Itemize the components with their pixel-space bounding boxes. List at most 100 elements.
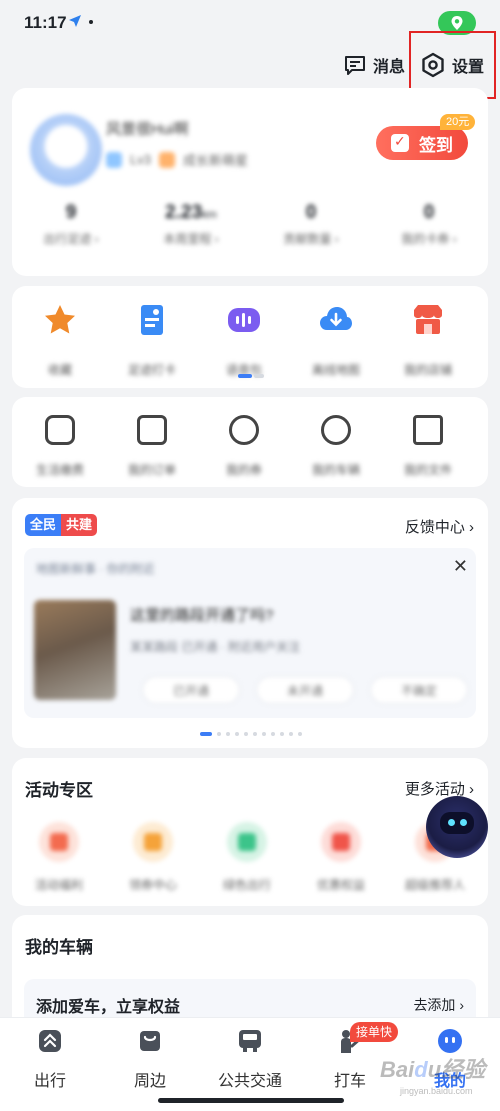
activity-label: 绿色出行 bbox=[222, 878, 271, 892]
shortcut-my-shop[interactable]: 我的店铺 bbox=[385, 302, 471, 378]
feed-thumbnail[interactable] bbox=[34, 600, 116, 700]
activity-item[interactable]: 绿色出行 bbox=[204, 822, 290, 893]
shortcut-offline-map[interactable]: 离线地图 bbox=[293, 302, 379, 378]
avatar[interactable] bbox=[30, 114, 102, 186]
community-card: 全民 共建 反馈中心 › 地图新鲜事 · 你的附近 ✕ 这里的路段开通了吗? 某某… bbox=[12, 498, 488, 748]
shortcut-label: 足迹打卡 bbox=[127, 363, 176, 377]
leaf-icon bbox=[227, 822, 267, 862]
messages-label: 消息 bbox=[373, 59, 406, 76]
stat-label: 我的卡券 › bbox=[401, 232, 457, 246]
stat-mileage[interactable]: 2.23km 本周里程 › bbox=[136, 202, 246, 247]
baidu-watermark: Baidu经验 bbox=[380, 1057, 486, 1082]
community-badge: 全民 共建 bbox=[25, 514, 98, 536]
assistant-robot-icon[interactable] bbox=[426, 796, 488, 858]
username[interactable]: 风景很Hui啊 bbox=[106, 118, 189, 139]
shortcut-favorites[interactable]: 收藏 bbox=[17, 302, 103, 378]
tab-label: 出行 bbox=[33, 1073, 66, 1090]
user-level: Lv3 bbox=[130, 152, 151, 167]
add-vehicle-link[interactable]: 去添加 › bbox=[413, 995, 464, 1015]
status-time: 11:17 bbox=[24, 13, 67, 32]
activity-item[interactable]: 领券中心 bbox=[110, 822, 196, 893]
gift-icon bbox=[39, 822, 79, 862]
answer-chip[interactable]: 不确定 bbox=[370, 676, 468, 704]
shortcut-footprint[interactable]: 足迹打卡 bbox=[109, 302, 195, 378]
close-icon[interactable]: ✕ bbox=[453, 556, 468, 577]
travel-icon bbox=[39, 1030, 61, 1052]
service-coupons[interactable]: 我的券 bbox=[201, 415, 287, 478]
activity-label: 活动福利 bbox=[34, 878, 83, 892]
bill-icon bbox=[45, 415, 75, 445]
feed-meta: 某某路段 已开通 · 附近用户关注 bbox=[130, 640, 300, 654]
status-dot bbox=[89, 20, 93, 24]
feed-source: 地图新鲜事 · 你的附近 bbox=[36, 562, 155, 576]
coupon-yuan-icon bbox=[321, 822, 361, 862]
shortcut-voice-pack[interactable]: 语音包 bbox=[201, 302, 287, 378]
feed-pager bbox=[200, 732, 302, 736]
stat-label: 本周里程 › bbox=[163, 232, 219, 246]
navigation-arrow-icon bbox=[69, 15, 81, 27]
car-icon bbox=[321, 415, 351, 445]
message-icon bbox=[345, 56, 365, 75]
stat-footprints[interactable]: 9 出行足迹 › bbox=[16, 202, 126, 247]
taxi-fast-badge: 接单快 bbox=[350, 1022, 399, 1042]
voice-wave-icon bbox=[228, 308, 260, 332]
watermark-url: jingyan.baidu.com bbox=[400, 1086, 473, 1096]
activity-label: 超级推荐人 bbox=[404, 878, 465, 892]
service-bills[interactable]: 生活缴费 bbox=[17, 415, 103, 478]
services-card: 生活缴费 我的订单 我的券 我的车辆 我的文件 bbox=[12, 397, 488, 487]
home-indicator bbox=[158, 1098, 344, 1103]
user-growth-title: 成长新萌星 bbox=[182, 153, 248, 168]
tab-label: 周边 bbox=[133, 1073, 166, 1090]
stat-value: 2.23km bbox=[165, 202, 217, 223]
activity-item[interactable]: 优惠权益 bbox=[298, 822, 384, 893]
checkin-reward-badge: 20元 bbox=[440, 114, 476, 130]
tab-public-transport[interactable]: 公共交通 bbox=[200, 1028, 300, 1091]
map-note-icon bbox=[141, 305, 163, 335]
feed-title[interactable]: 这里的路段开通了吗? bbox=[130, 604, 273, 625]
stat-value: 9 bbox=[65, 202, 77, 223]
tab-travel[interactable]: 出行 bbox=[0, 1028, 100, 1091]
profile-face-icon bbox=[438, 1029, 462, 1053]
service-label: 我的车辆 bbox=[311, 463, 360, 477]
bus-icon bbox=[239, 1030, 261, 1052]
stat-coupons[interactable]: 0 我的卡券 › bbox=[374, 202, 484, 247]
service-vehicles[interactable]: 我的车辆 bbox=[293, 415, 379, 478]
service-label: 我的文件 bbox=[403, 463, 452, 477]
profile-card: 风景很Hui啊 Lv3 成长新萌星 签到 20元 9 出行足迹 › 2.23km… bbox=[12, 88, 488, 276]
wallet-icon bbox=[137, 415, 167, 445]
tab-nearby[interactable]: 周边 bbox=[100, 1028, 200, 1091]
nearby-bag-icon bbox=[140, 1031, 160, 1051]
user-tags: Lv3 成长新萌星 bbox=[106, 150, 248, 169]
stat-value: 0 bbox=[423, 202, 435, 223]
checkin-button[interactable]: 签到 bbox=[376, 126, 468, 160]
vehicles-title: 我的车辆 bbox=[25, 938, 93, 957]
folder-icon bbox=[413, 415, 443, 445]
service-label: 生活缴费 bbox=[35, 463, 84, 477]
activity-item[interactable]: 活动福利 bbox=[16, 822, 102, 893]
service-files[interactable]: 我的文件 bbox=[385, 415, 471, 478]
shop-icon bbox=[414, 305, 442, 334]
location-pin-icon bbox=[451, 16, 463, 30]
star-icon bbox=[45, 305, 75, 334]
stat-value: 0 bbox=[305, 202, 317, 223]
service-label: 我的券 bbox=[225, 463, 262, 477]
answer-chip[interactable]: 已开通 bbox=[142, 676, 240, 704]
community-feed-panel: 地图新鲜事 · 你的附近 ✕ 这里的路段开通了吗? 某某路段 已开通 · 附近用… bbox=[24, 548, 476, 718]
shopping-bag-icon bbox=[133, 822, 173, 862]
shortcut-label: 离线地图 bbox=[311, 363, 360, 377]
answer-chip[interactable]: 未开通 bbox=[256, 676, 354, 704]
feedback-center-link[interactable]: 反馈中心 › bbox=[405, 516, 474, 537]
service-orders[interactable]: 我的订单 bbox=[109, 415, 195, 478]
stat-contributions[interactable]: 0 贡献数量 › bbox=[256, 202, 366, 247]
shortcuts-card: 收藏 足迹打卡 语音包 离线地图 我的店铺 bbox=[12, 286, 488, 388]
service-label: 我的订单 bbox=[127, 463, 176, 477]
level-badge-icon bbox=[106, 151, 122, 168]
stat-label: 出行足迹 › bbox=[43, 232, 99, 246]
messages-button[interactable]: 消息 bbox=[343, 50, 405, 80]
growth-badge-icon bbox=[158, 151, 175, 168]
shortcuts-scroll-indicator bbox=[238, 374, 264, 378]
activities-title: 活动专区 bbox=[25, 781, 93, 800]
activity-label: 优惠权益 bbox=[316, 878, 365, 892]
stat-label: 贡献数量 › bbox=[283, 232, 339, 246]
vehicle-promo-text: 添加爱车，立享权益 bbox=[36, 999, 181, 1016]
